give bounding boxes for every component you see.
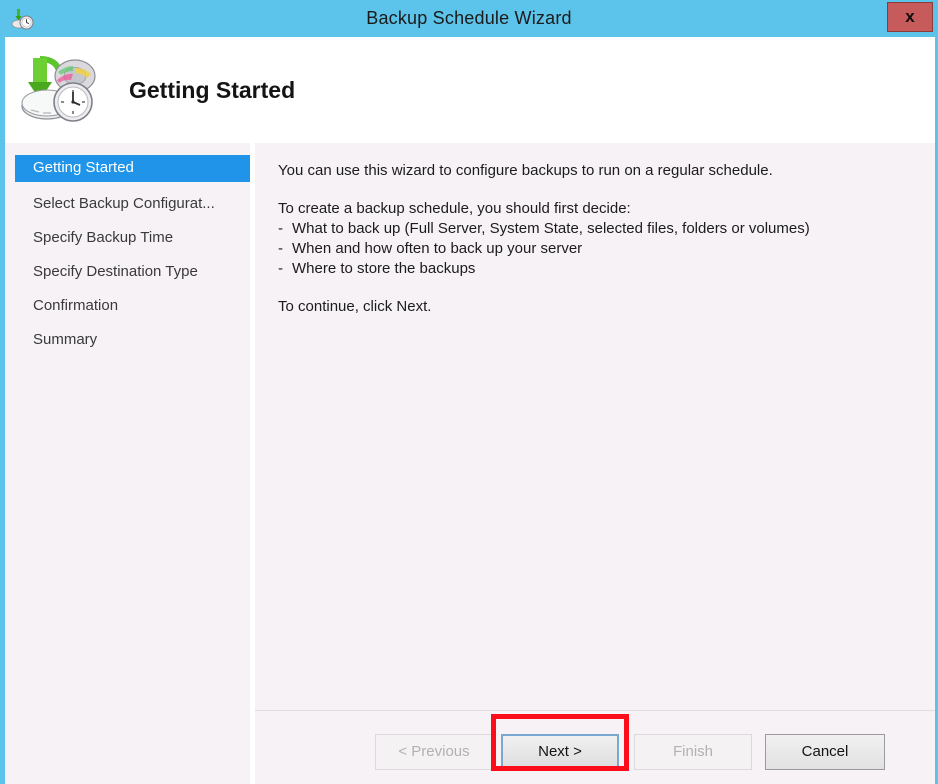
sidebar-item-confirmation[interactable]: Confirmation [15,293,255,320]
title-bar: Backup Schedule Wizard x [5,0,935,37]
page-title: Getting Started [129,77,296,103]
sidebar-item-specify-destination-type[interactable]: Specify Destination Type [15,259,255,286]
bullet-item-1: - What to back up (Full Server, System St… [278,219,908,239]
wizard-step-list: Getting Started Select Backup Configurat… [5,143,255,784]
decide-heading: To create a backup schedule, you should … [278,200,631,217]
wizard-body: Getting Started Select Backup Configurat… [5,143,935,784]
backup-schedule-wizard-window: Backup Schedule Wizard x Getting Started… [0,0,938,784]
getting-started-description: You can use this wizard to configure bac… [278,161,908,317]
finish-button[interactable]: Finish [634,734,752,770]
bullet-marker: - [278,260,283,277]
intro-paragraph: You can use this wizard to configure bac… [278,162,773,179]
bullet-item-1-text: What to back up (Full Server, System Sta… [292,220,810,237]
bullet-marker: - [278,240,283,257]
bullet-item-2: - When and how often to back up your serv… [278,239,908,259]
backup-schedule-clock-icon [13,50,105,130]
sidebar-item-specify-backup-time[interactable]: Specify Backup Time [15,225,255,252]
window-title: Backup Schedule Wizard [366,8,572,28]
bullet-item-2-text: When and how often to back up your serve… [292,240,583,257]
wizard-content: You can use this wizard to configure bac… [255,143,935,784]
previous-button[interactable]: < Previous [375,734,493,770]
close-icon[interactable]: x [887,2,933,32]
cancel-button[interactable]: Cancel [765,734,885,770]
bullet-item-3-text: Where to store the backups [292,260,476,277]
bullet-marker: - [278,220,283,237]
wizard-header: Getting Started [5,37,935,143]
bullet-item-3: - Where to store the backups [278,259,908,279]
sidebar-item-select-backup-configuration[interactable]: Select Backup Configurat... [15,191,255,218]
sidebar-item-summary[interactable]: Summary [15,327,255,354]
wizard-footer: < Previous Next > Finish Cancel [5,711,935,784]
continue-instruction: To continue, click Next. [278,298,432,315]
sidebar-item-getting-started[interactable]: Getting Started [15,155,255,182]
next-button[interactable]: Next > [501,734,619,770]
